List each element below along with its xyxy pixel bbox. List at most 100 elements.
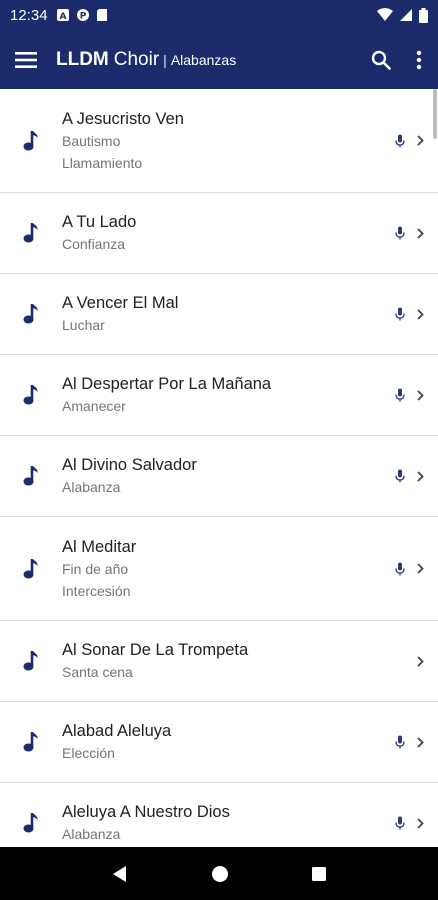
song-icon-wrap xyxy=(0,621,62,701)
song-row[interactable]: Al Meditar Fin de año Intercesión xyxy=(0,517,438,621)
music-note-icon xyxy=(23,558,38,578)
overflow-menu-button[interactable] xyxy=(400,30,438,89)
song-title: Alabad Aleluya xyxy=(62,722,172,740)
svg-text:A: A xyxy=(59,12,66,22)
music-note-icon xyxy=(23,466,38,486)
song-row[interactable]: Al Divino Salvador Alabanza xyxy=(0,436,438,517)
song-title: A Jesucristo Ven xyxy=(62,109,184,128)
app-bar: LLDM Choir | Alabanzas xyxy=(0,30,438,89)
recents-icon[interactable] xyxy=(311,866,327,882)
song-row[interactable]: A Jesucristo Ven Bautismo Llamamiento xyxy=(0,89,438,193)
song-text: Al Divino Salvador Alabanza xyxy=(62,436,378,516)
app-subtitle: Alabanzas xyxy=(170,51,237,68)
song-category: Luchar xyxy=(62,317,105,333)
song-text: Al Sonar De La Trompeta Santa cena xyxy=(62,621,378,701)
microphone-icon xyxy=(395,134,405,147)
microphone-icon xyxy=(395,307,405,321)
music-note-icon xyxy=(23,813,38,833)
music-note-icon xyxy=(23,732,38,752)
app-title-rest: Choir xyxy=(113,48,160,70)
notification-a-icon: A xyxy=(56,9,69,22)
song-row[interactable]: Al Sonar De La Trompeta Santa cena xyxy=(0,621,438,702)
song-title: Al Despertar Por La Mañana xyxy=(62,375,272,393)
song-category: Alabanza xyxy=(62,826,121,842)
song-trailing xyxy=(378,783,438,847)
song-title: A Tu Lado xyxy=(62,213,137,231)
music-note-icon xyxy=(23,385,38,405)
chevron-right-icon xyxy=(417,389,424,401)
song-text: Alabad Aleluya Elección xyxy=(62,702,378,782)
song-trailing xyxy=(378,89,438,192)
song-trailing xyxy=(378,517,438,620)
song-category: Alabanza xyxy=(62,479,121,495)
song-trailing xyxy=(378,274,438,354)
song-text: Aleluya A Nuestro Dios Alabanza xyxy=(62,783,378,847)
back-icon[interactable] xyxy=(111,865,129,883)
song-row[interactable]: Aleluya A Nuestro Dios Alabanza xyxy=(0,783,438,847)
title-separator: | xyxy=(163,51,167,68)
chevron-right-icon xyxy=(417,135,424,146)
song-category: Elección xyxy=(62,745,115,761)
song-title: Al Sonar De La Trompeta xyxy=(62,641,249,659)
microphone-icon xyxy=(395,469,405,483)
song-trailing xyxy=(378,621,438,701)
wifi-icon xyxy=(377,8,393,21)
song-title: Al Meditar xyxy=(62,537,137,556)
system-nav-bar xyxy=(0,847,438,900)
chevron-right-icon xyxy=(417,817,424,829)
song-title: Aleluya A Nuestro Dios xyxy=(62,803,230,821)
home-icon[interactable] xyxy=(211,865,229,883)
status-time: 12:34 xyxy=(10,6,48,24)
song-trailing xyxy=(378,436,438,516)
song-category: Confianza xyxy=(62,236,126,252)
microphone-icon xyxy=(395,226,405,240)
song-row[interactable]: Al Despertar Por La Mañana Amanecer xyxy=(0,355,438,436)
song-text: A Tu Lado Confianza xyxy=(62,193,378,273)
chevron-right-icon xyxy=(417,308,424,320)
search-button[interactable] xyxy=(362,30,400,89)
song-icon-wrap xyxy=(0,89,62,192)
song-text: A Vencer El Mal Luchar xyxy=(62,274,378,354)
music-note-icon xyxy=(23,651,38,671)
song-icon-wrap xyxy=(0,517,62,620)
song-trailing xyxy=(378,702,438,782)
song-category: Fin de año xyxy=(62,560,129,577)
more-vert-icon xyxy=(416,50,422,69)
song-row[interactable]: A Vencer El Mal Luchar xyxy=(0,274,438,355)
song-row[interactable]: A Tu Lado Confianza xyxy=(0,193,438,274)
notification-p-icon: P xyxy=(76,9,89,22)
scrollbar[interactable] xyxy=(433,89,437,139)
menu-button[interactable] xyxy=(0,30,52,89)
status-bar: 12:34 A P xyxy=(0,0,438,30)
song-list: A Jesucristo Ven Bautismo Llamamiento A Tu … xyxy=(0,89,438,847)
song-category: Bautismo xyxy=(62,132,121,149)
chevron-right-icon xyxy=(417,736,424,748)
chevron-right-icon xyxy=(417,563,424,574)
song-row[interactable]: Alabad Aleluya Elección xyxy=(0,702,438,783)
hamburger-menu-icon xyxy=(15,51,37,68)
song-text: A Jesucristo Ven Bautismo Llamamiento xyxy=(62,89,378,192)
music-note-icon xyxy=(23,304,38,324)
battery-icon xyxy=(419,7,428,23)
song-title: Al Divino Salvador xyxy=(62,456,197,474)
search-icon xyxy=(371,50,391,70)
microphone-icon xyxy=(395,816,405,830)
song-category: Llamamiento xyxy=(62,154,143,171)
song-icon-wrap xyxy=(0,355,62,435)
signal-icon xyxy=(400,9,412,21)
music-note-icon xyxy=(23,223,38,243)
song-icon-wrap xyxy=(0,274,62,354)
music-note-icon xyxy=(23,130,38,150)
song-icon-wrap xyxy=(0,702,62,782)
sd-card-icon xyxy=(96,9,107,21)
chevron-right-icon xyxy=(417,655,424,667)
song-text: Al Despertar Por La Mañana Amanecer xyxy=(62,355,378,435)
microphone-icon xyxy=(395,735,405,749)
svg-text:P: P xyxy=(79,12,86,22)
chevron-right-icon xyxy=(417,227,424,239)
song-icon-wrap xyxy=(0,193,62,273)
song-icon-wrap xyxy=(0,436,62,516)
app-title-bold: LLDM xyxy=(56,48,109,70)
song-icon-wrap xyxy=(0,783,62,847)
chevron-right-icon xyxy=(417,470,424,482)
